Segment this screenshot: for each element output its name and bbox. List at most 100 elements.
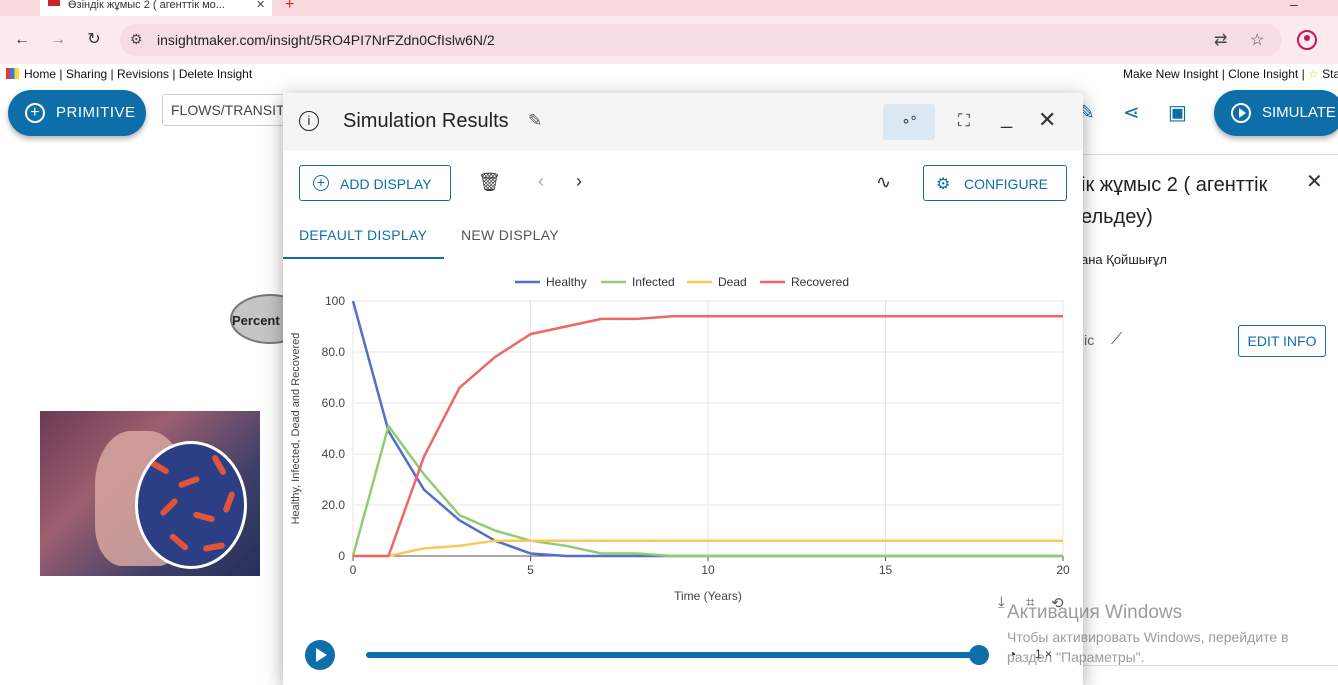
site-settings-icon[interactable]: ⚙ — [130, 31, 143, 48]
play-circle-icon — [1231, 103, 1251, 123]
speed-label[interactable]: 1 × — [1035, 647, 1052, 661]
legend-item-healthy[interactable]: Healthy — [515, 275, 587, 289]
lung-bacteria-picture[interactable] — [40, 411, 260, 576]
primitive-label: PRIMITIVE — [56, 104, 136, 121]
x-tick-label: 15 — [879, 563, 893, 577]
configure-label: CONFIGURE — [964, 176, 1048, 192]
y-tick-label: 20.0 — [322, 498, 346, 512]
legend-label: Healthy — [546, 275, 587, 289]
minimize-icon[interactable]: _ — [1001, 107, 1012, 130]
bacterium — [177, 475, 201, 489]
profile-icon[interactable] — [1297, 30, 1317, 50]
bacterium — [159, 497, 179, 517]
browser-tabstrip: Өзіндік жұмыс 2 ( агенттік мо... ✕ + – — [0, 0, 1338, 16]
maximize-icon[interactable]: ⛶ — [958, 111, 970, 131]
share-icon[interactable]: ⋖ — [1123, 100, 1140, 125]
time-slider-track[interactable] — [366, 652, 980, 658]
bacterium — [202, 542, 226, 552]
insight-nav: Home | Sharing | Revisions | Delete Insi… — [0, 64, 1338, 84]
legend-item-recovered[interactable]: Recovered — [760, 275, 849, 289]
x-tick-label: 0 — [350, 563, 357, 577]
node-label: Percent — [232, 313, 280, 328]
time-slider-handle[interactable] — [969, 645, 989, 665]
flows-transitions-select[interactable]: FLOWS/TRANSITI — [162, 94, 292, 126]
smooth-curve-icon[interactable]: ∿ — [876, 172, 891, 193]
crop-icon[interactable]: ⌗ — [1026, 594, 1034, 611]
x-tick-label: 20 — [1056, 563, 1070, 577]
reload-icon[interactable]: ↻ — [84, 30, 104, 50]
x-tick-label: 5 — [527, 563, 534, 577]
forward-icon[interactable]: → — [48, 30, 68, 50]
tab-new-display[interactable]: NEW DISPLAY — [461, 227, 559, 243]
back-icon[interactable]: ← — [12, 30, 32, 50]
bookmark-star-icon[interactable]: ☆ — [1250, 30, 1264, 50]
bacterium — [168, 532, 190, 552]
minimize-window-icon[interactable]: – — [1290, 0, 1298, 12]
y-tick-label: 60.0 — [322, 396, 346, 410]
sharing-link[interactable]: Sharing — [66, 67, 107, 81]
bacterium — [147, 458, 171, 476]
speed-gauge-icon[interactable]: ◔ — [1008, 646, 1016, 662]
close-tab-icon[interactable]: ✕ — [256, 0, 265, 11]
info-icon[interactable]: i — [299, 111, 319, 131]
x-axis-label: Time (Years) — [674, 589, 742, 603]
toolbox-icon[interactable]: ▣ — [1168, 100, 1187, 125]
results-line-chart[interactable]: 0 20.0 40.0 60.0 80.0 100 0 5 10 15 20 Time (Years)… — [283, 263, 1083, 633]
display-tabs: DEFAULT DISPLAY NEW DISPLAY — [283, 221, 1083, 259]
translate-icon[interactable]: ⇄ — [1214, 30, 1227, 50]
favicon-icon — [48, 0, 60, 6]
delete-insight-link[interactable]: Delete Insight — [179, 67, 252, 81]
simulate-label: SIMULATE — [1262, 104, 1336, 121]
y-tick-label: 0 — [338, 549, 345, 563]
add-display-button[interactable]: + ADD DISPLAY — [299, 165, 451, 201]
y-tick-label: 100 — [325, 294, 345, 308]
edit-info-button[interactable]: EDIT INFO — [1238, 325, 1326, 357]
y-axis-label: Healthy, Infected, Dead and Recovered — [290, 333, 302, 525]
insight-author: ана Қойшығұл — [1081, 252, 1167, 267]
star-link[interactable]: Sta — [1322, 67, 1338, 81]
bacterium — [210, 453, 228, 477]
download-icon[interactable]: ⤓ — [998, 594, 1005, 611]
browser-tab[interactable]: Өзіндік жұмыс 2 ( агенттік мо... ✕ — [40, 0, 272, 16]
x-tick-label: 10 — [701, 563, 715, 577]
add-primitive-button[interactable]: + PRIMITIVE — [8, 90, 146, 136]
star-icon[interactable]: ☆ — [1308, 67, 1319, 81]
play-button[interactable] — [305, 640, 335, 670]
legend-label: Recovered — [791, 275, 849, 289]
revisions-link[interactable]: Revisions — [117, 67, 169, 81]
reset-zoom-icon[interactable]: ⟲ — [1051, 594, 1064, 612]
tab-title: Өзіндік жұмыс 2 ( агенттік мо... — [68, 0, 225, 11]
insight-title: ік жұмыс 2 ( агенттік ельдеу) — [1081, 174, 1268, 228]
legend-item-dead[interactable]: Dead — [687, 275, 747, 289]
new-tab-icon[interactable]: + — [285, 0, 294, 14]
bacterium — [192, 511, 216, 523]
close-icon[interactable]: ✕ — [1038, 107, 1056, 133]
insight-info-panel: ік жұмыс 2 ( агенттік ельдеу) ✕ ана Қойш… — [1080, 154, 1338, 666]
insightmaker-logo-icon — [6, 68, 19, 79]
chevron-left-icon[interactable]: ‹ — [538, 171, 544, 192]
edit-pencil-icon[interactable]: ✎ — [528, 111, 542, 131]
plus-circle-icon: + — [313, 175, 329, 191]
browser-toolbar: ← → ↻ ⚙ insightmaker.com/insight/5RO4PI7… — [0, 16, 1338, 64]
bacterium — [222, 490, 236, 514]
active-tab-indicator — [283, 257, 444, 259]
y-tick-label: 80.0 — [322, 345, 346, 359]
tab-default-display[interactable]: DEFAULT DISPLAY — [299, 227, 427, 243]
make-new-insight-link[interactable]: Make New Insight — [1123, 67, 1218, 81]
window-header[interactable]: i Simulation Results ✎ ∘° ⛶ _ ✕ — [283, 93, 1083, 151]
simulate-button[interactable]: SIMULATE — [1214, 90, 1338, 136]
url-text[interactable]: insightmaker.com/insight/5RO4PI7NrFZdn0C… — [157, 32, 495, 48]
magnified-bacteria-circle — [135, 441, 247, 569]
home-link[interactable]: Home — [24, 67, 56, 81]
delete-display-icon[interactable]: 🗑 — [478, 172, 501, 193]
close-icon[interactable]: ✕ — [1306, 169, 1323, 194]
clone-insight-link[interactable]: Clone Insight — [1228, 67, 1298, 81]
address-bar[interactable]: ⚙ insightmaker.com/insight/5RO4PI7NrFZdn… — [120, 24, 1282, 56]
legend-label: Dead — [718, 275, 747, 289]
configure-button[interactable]: ⚙ CONFIGURE — [923, 165, 1067, 201]
bubbles-icon[interactable]: ∘° — [883, 104, 935, 140]
add-display-label: ADD DISPLAY — [340, 176, 432, 192]
chevron-right-icon[interactable]: › — [576, 171, 582, 192]
legend-item-infected[interactable]: Infected — [601, 275, 675, 289]
plus-circle-icon: + — [25, 103, 45, 123]
